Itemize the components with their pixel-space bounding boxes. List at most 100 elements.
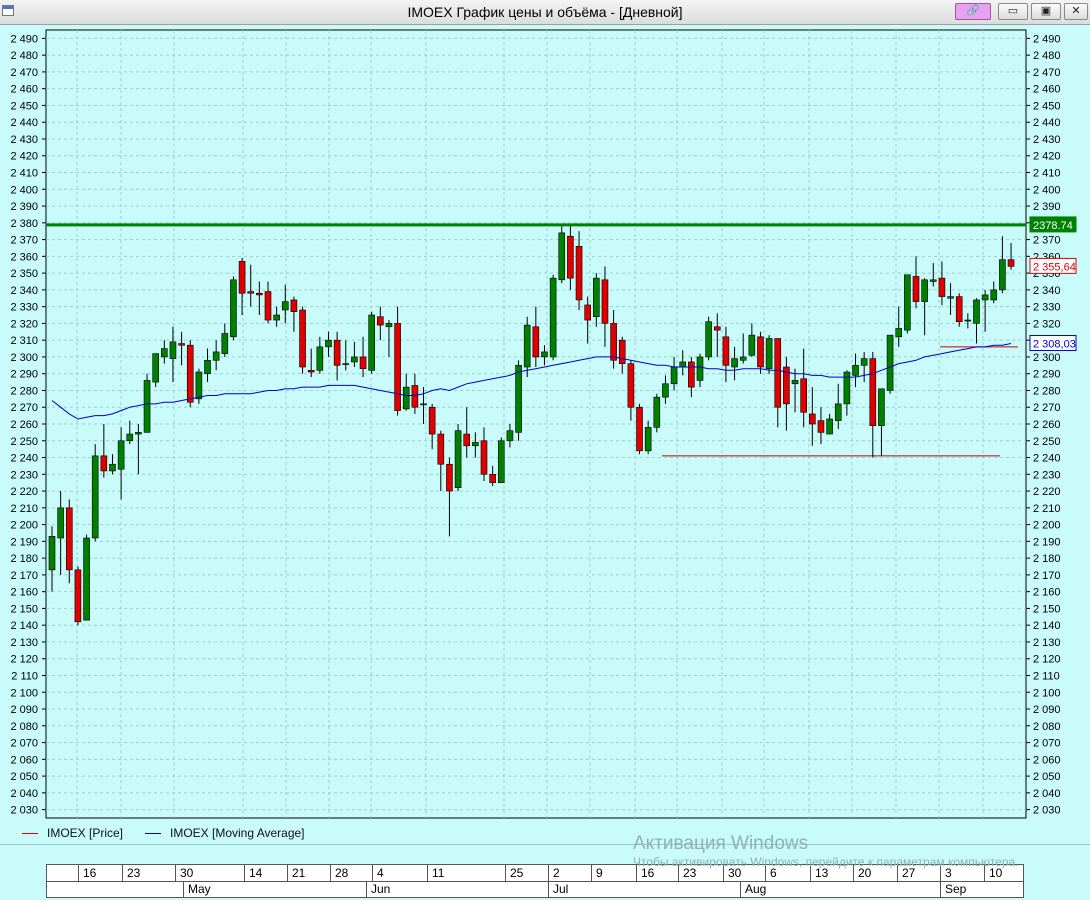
- y-tick-label-right: 2 190: [1033, 536, 1061, 548]
- candle: [195, 368, 203, 404]
- y-tick-label-left: 2 180: [10, 553, 38, 565]
- timeline-month-label: Sep: [940, 881, 966, 897]
- candle-body: [670, 366, 678, 385]
- candle-body: [368, 314, 375, 371]
- y-tick-label-right: 2 270: [1033, 402, 1061, 414]
- candle-body: [878, 388, 885, 426]
- y-tick-label-right: 2 250: [1033, 436, 1061, 448]
- candle-body: [644, 427, 652, 452]
- y-tick-label-left: 2 150: [10, 603, 38, 615]
- y-tick-label-left: 2 250: [10, 436, 38, 448]
- candle-body: [541, 351, 548, 358]
- y-tick-label-right: 2 120: [1033, 654, 1061, 666]
- y-tick-label-left: 2 340: [10, 285, 38, 297]
- candle-body: [385, 323, 393, 328]
- y-tick-label-left: 2 130: [10, 637, 38, 649]
- resistance-label: 2378.74: [1033, 220, 1073, 232]
- y-tick-label-left: 2 200: [10, 520, 38, 532]
- y-tick-label-right: 2 240: [1033, 453, 1061, 465]
- left-price-axis: 2 490 2 480 2 470 2 460 2 450 2 440 2 430 2 420…: [10, 33, 46, 817]
- y-tick-label-right: 2 040: [1033, 788, 1061, 800]
- maximize-button[interactable]: ▣: [1031, 3, 1061, 20]
- timeline-day-label: 16: [636, 865, 654, 881]
- candle-body: [195, 371, 203, 400]
- close-button[interactable]: ✕: [1064, 3, 1088, 20]
- candle-body: [627, 363, 635, 408]
- y-tick-label-right: 2 340: [1033, 285, 1061, 297]
- y-tick-label-right: 2 330: [1033, 302, 1061, 314]
- timeline-month-label: Jul: [548, 881, 568, 897]
- candle-body: [316, 346, 324, 371]
- minimize-icon: ▭: [1007, 5, 1019, 17]
- candle-body: [178, 343, 185, 346]
- minimize-button[interactable]: ▭: [998, 3, 1028, 20]
- legend-item-ma[interactable]: IMOEX [Moving Average]: [145, 826, 305, 840]
- candle-body: [290, 299, 298, 312]
- price-chart[interactable]: 2 490 2 480 2 470 2 460 2 450 2 440 2 430 2 420…: [0, 24, 1090, 820]
- candle-body: [791, 380, 799, 385]
- candle: [549, 274, 557, 361]
- timeline-axis[interactable]: 16 23 30 14 21 28 4 11 25 2 9 16 23 30 6 13 20 27 3 10 May Ju…: [46, 864, 1024, 898]
- y-tick-label-right: 2 110: [1033, 670, 1060, 682]
- candle-body: [852, 365, 859, 376]
- timeline-day-label: 9: [591, 865, 603, 881]
- link-icon: 🔗: [966, 5, 980, 17]
- candle-body: [705, 321, 712, 358]
- y-tick-label-left: 2 370: [10, 235, 38, 247]
- candle-body: [247, 291, 255, 294]
- y-tick-label-left: 2 040: [10, 788, 38, 800]
- candle-body: [126, 433, 134, 442]
- y-tick-label-left: 2 300: [10, 352, 38, 364]
- candle-body: [221, 333, 229, 354]
- timeline-month-label: May: [183, 881, 211, 897]
- y-tick-label-right: 2 370: [1033, 235, 1061, 247]
- candle-body: [515, 365, 522, 433]
- timeline-day-label: 3: [940, 865, 952, 881]
- y-tick-label-right: 2 280: [1033, 385, 1061, 397]
- y-tick-label-left: 2 120: [10, 654, 38, 666]
- candle: [91, 444, 99, 542]
- candle: [636, 403, 643, 455]
- ma-swatch: [145, 833, 161, 835]
- candle-body: [610, 323, 617, 361]
- candle-body: [186, 344, 194, 403]
- candle-body: [973, 299, 980, 324]
- candle-body: [161, 348, 168, 358]
- candle: [558, 226, 566, 284]
- candle-body: [904, 274, 911, 331]
- candle-body: [411, 385, 419, 408]
- candle-body: [722, 336, 730, 366]
- candle-body: [834, 403, 842, 421]
- candle-body: [688, 361, 695, 388]
- y-tick-label-right: 2 160: [1033, 587, 1061, 599]
- pin-button[interactable]: 🔗: [955, 3, 991, 20]
- candle-body: [238, 261, 246, 294]
- y-tick-label-left: 2 490: [10, 33, 38, 45]
- timeline-day-label: 21: [287, 865, 305, 881]
- candle: [299, 306, 306, 374]
- y-tick-label-right: 2 450: [1033, 100, 1061, 112]
- candle: [230, 276, 237, 341]
- legend-item-price[interactable]: IMOEX [Price]: [22, 826, 123, 840]
- timeline-day-label: 6: [765, 865, 777, 881]
- y-tick-label-right: 2 180: [1033, 553, 1061, 565]
- window-title: IMOEX График цены и объёма - [Дневной]: [407, 4, 683, 20]
- y-tick-label-left: 2 070: [10, 738, 38, 750]
- y-tick-label-left: 2 410: [10, 168, 38, 180]
- y-tick-label-right: 2 210: [1033, 503, 1061, 515]
- y-tick-label-left: 2 190: [10, 536, 38, 548]
- y-tick-label-left: 2 030: [10, 805, 38, 817]
- y-tick-label-left: 2 350: [10, 268, 38, 280]
- candle-body: [895, 328, 903, 338]
- timeline-day-label: 4: [372, 865, 384, 881]
- price-swatch: [22, 833, 38, 835]
- candle-body: [653, 396, 661, 428]
- timeline-day-label: 20: [853, 865, 871, 881]
- candle-body: [601, 279, 609, 324]
- y-tick-label-right: 2 460: [1033, 84, 1061, 96]
- candle: [765, 335, 773, 374]
- y-tick-label-right: 2 080: [1033, 721, 1061, 733]
- candle-body: [351, 356, 358, 363]
- candle-body: [739, 356, 747, 361]
- y-tick-label-left: 2 460: [10, 84, 38, 96]
